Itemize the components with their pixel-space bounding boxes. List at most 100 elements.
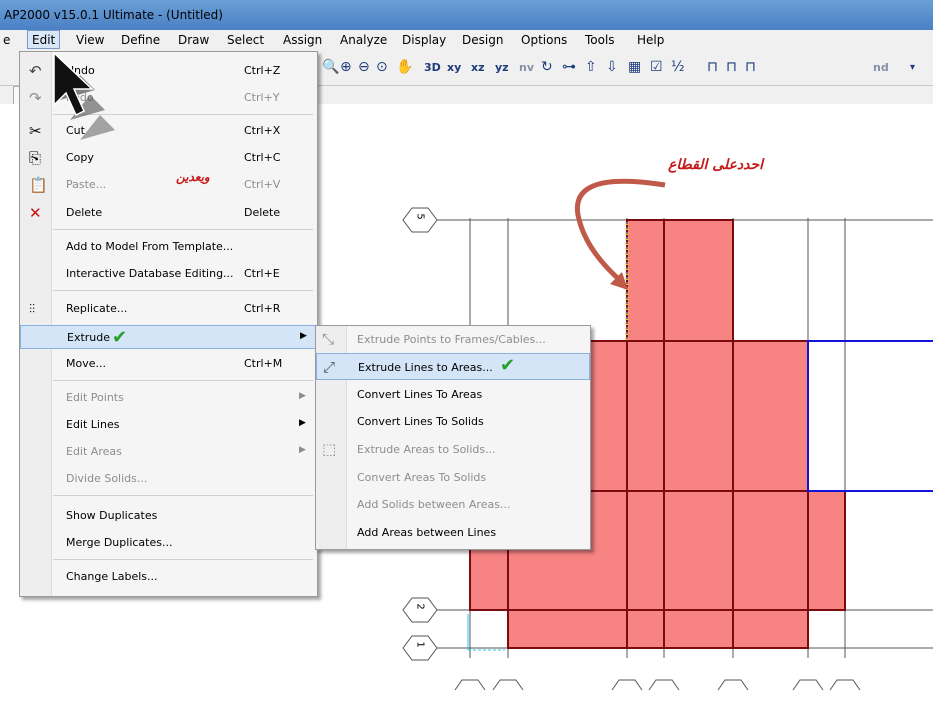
menu-item-shortcut: Ctrl+R [244, 302, 281, 315]
view-yz-button[interactable]: yz [495, 61, 509, 74]
menu-item-shortcut: Ctrl+X [244, 124, 281, 137]
menu-item-label: Add to Model From Template... [66, 240, 234, 253]
fraction-icon[interactable]: ½ [671, 59, 685, 75]
menu-item-shortcut: Ctrl+Z [244, 64, 281, 77]
menu-analyze[interactable]: Analyze [340, 33, 387, 47]
grid-bubble-bottom [492, 679, 524, 691]
menu-item-shortcut: Ctrl+C [244, 151, 281, 164]
menu-item-label: Replicate... [66, 302, 128, 315]
view-3d-button[interactable]: 3D [424, 61, 441, 74]
menu-item-database-editing[interactable]: Interactive Database Editing... Ctrl+E [20, 262, 317, 286]
title-bar: AP2000 v15.0.1 Ultimate - (Untitled) [0, 0, 933, 30]
area-top [626, 219, 734, 342]
menu-separator [53, 290, 313, 291]
submenu-item-extrude-areas[interactable]: ⬚ Extrude Areas to Solids... [316, 436, 590, 463]
menu-item-shortcut: Ctrl+E [244, 267, 280, 280]
frame-2-icon[interactable]: ⊓ [726, 59, 737, 75]
zoom-full-icon[interactable]: ⊙ [376, 59, 388, 75]
menu-separator [53, 559, 313, 560]
rotate-icon[interactable]: ↻ [541, 59, 553, 75]
menu-item-label: Move... [66, 357, 106, 370]
menu-item-label: Interactive Database Editing... [66, 267, 234, 280]
menu-file-partial[interactable]: e [3, 33, 10, 47]
menu-item-extrude[interactable]: Extrude ✔ ▶ [20, 325, 317, 349]
menu-item-label: Delete [66, 206, 103, 219]
submenu-arrow-icon: ▶ [300, 331, 307, 341]
submenu-item-convert-lines-areas[interactable]: Convert Lines To Areas [316, 381, 590, 408]
menu-select[interactable]: Select [227, 33, 264, 47]
menu-item-edit-lines[interactable]: Edit Lines ▶ [20, 413, 317, 437]
menu-item-shortcut: Delete [244, 206, 281, 219]
menu-tools[interactable]: Tools [585, 33, 615, 47]
menu-item-label: Change Labels... [66, 570, 158, 583]
checkmark-icon: ✔ [112, 327, 128, 348]
menu-design[interactable]: Design [462, 33, 503, 47]
menu-item-shortcut: Ctrl+M [244, 357, 283, 370]
submenu-arrow-icon: ▶ [299, 445, 306, 455]
selection-outline [807, 340, 933, 492]
extrude-lines-icon: ⤢ [323, 358, 336, 376]
menu-item-change-labels[interactable]: Change Labels... [20, 565, 317, 589]
grid-icon[interactable]: ▦ [628, 59, 641, 75]
menu-item-label: Edit Areas [66, 445, 122, 458]
submenu-item-convert-areas-solids[interactable]: Convert Areas To Solids [316, 464, 590, 491]
extrude-points-icon: ⤡ [322, 330, 335, 348]
frame-icon[interactable]: ⊓ [707, 59, 718, 75]
submenu-item-add-solids[interactable]: Add Solids between Areas... [316, 491, 590, 518]
menu-item-move[interactable]: Move... Ctrl+M [20, 352, 317, 376]
zoom-region-icon[interactable]: 🔍 [322, 59, 339, 75]
view-xz-button[interactable]: xz [471, 61, 485, 74]
submenu-item-label: Convert Areas To Solids [357, 471, 487, 484]
menu-display[interactable]: Display [402, 33, 446, 47]
menu-item-add-template[interactable]: Add to Model From Template... [20, 235, 317, 259]
arrow-down-icon[interactable]: ⇩ [606, 59, 618, 75]
menu-item-label: Show Duplicates [66, 509, 158, 522]
section-note: احددعلى القطاع [668, 157, 763, 173]
area-bottom [507, 609, 809, 649]
menu-item-edit-points[interactable]: Edit Points ▶ [20, 386, 317, 410]
grid-bubble-bottom [648, 679, 680, 691]
submenu-item-label: Extrude Areas to Solids... [357, 443, 496, 456]
menu-help[interactable]: Help [637, 33, 664, 47]
menu-item-divide-solids[interactable]: Divide Solids... [20, 467, 317, 491]
menu-options[interactable]: Options [521, 33, 567, 47]
menu-item-replicate[interactable]: ⫶⫶ Replicate... Ctrl+R [20, 297, 317, 321]
menu-item-edit-areas[interactable]: Edit Areas ▶ [20, 440, 317, 464]
zoom-in-icon[interactable]: ⊕ [340, 59, 352, 75]
grid-bubble-label-5: 5 [414, 213, 426, 220]
menu-item-merge-duplicates[interactable]: Merge Duplicates... [20, 531, 317, 555]
submenu-item-label: Extrude Points to Frames/Cables... [357, 333, 546, 346]
submenu-arrow-icon: ▶ [299, 418, 306, 428]
menu-assign[interactable]: Assign [283, 33, 322, 47]
submenu-arrow-icon: ▶ [299, 391, 306, 401]
submenu-item-convert-lines-solids[interactable]: Convert Lines To Solids [316, 408, 590, 435]
grid-bubble-bottom [717, 679, 749, 691]
menu-item-label: Merge Duplicates... [66, 536, 173, 549]
cursor-note: ويعدين [176, 170, 210, 184]
submenu-item-add-areas[interactable]: Add Areas between Lines [316, 519, 590, 546]
submenu-item-label: Add Solids between Areas... [357, 498, 511, 511]
menu-item-label: Edit Points [66, 391, 124, 404]
zoom-out-icon[interactable]: ⊖ [358, 59, 370, 75]
grid-bubble-bottom [454, 679, 486, 691]
grid-bubble-bottom [792, 679, 824, 691]
pan-icon[interactable]: ✋ [396, 59, 413, 75]
submenu-item-extrude-points[interactable]: ⤡ Extrude Points to Frames/Cables... [316, 326, 590, 353]
nd-button[interactable]: nd [873, 61, 889, 74]
frame-3-icon[interactable]: ⊓ [745, 59, 756, 75]
replicate-icon: ⫶⫶ [29, 302, 36, 316]
delete-x-icon: ✕ [29, 204, 42, 222]
menu-separator [53, 380, 313, 381]
view-nv-button[interactable]: nv [519, 61, 534, 74]
arrow-up-icon[interactable]: ⇧ [585, 59, 597, 75]
submenu-item-extrude-lines[interactable]: ⤢ Extrude Lines to Areas... ✔ [316, 353, 590, 380]
menu-item-label: Divide Solids... [66, 472, 148, 485]
checkbox-icon[interactable]: ☑ [650, 59, 663, 75]
perspective-icon[interactable]: ⊶ [562, 59, 576, 75]
menu-item-show-duplicates[interactable]: Show Duplicates [20, 504, 317, 528]
menu-item-label: Extrude [67, 331, 111, 344]
view-xy-button[interactable]: xy [447, 61, 461, 74]
grid-bubble-label-1: 1 [414, 641, 426, 648]
submenu-item-label: Convert Lines To Solids [357, 415, 484, 428]
chevron-down-icon[interactable]: ▾ [910, 62, 915, 73]
